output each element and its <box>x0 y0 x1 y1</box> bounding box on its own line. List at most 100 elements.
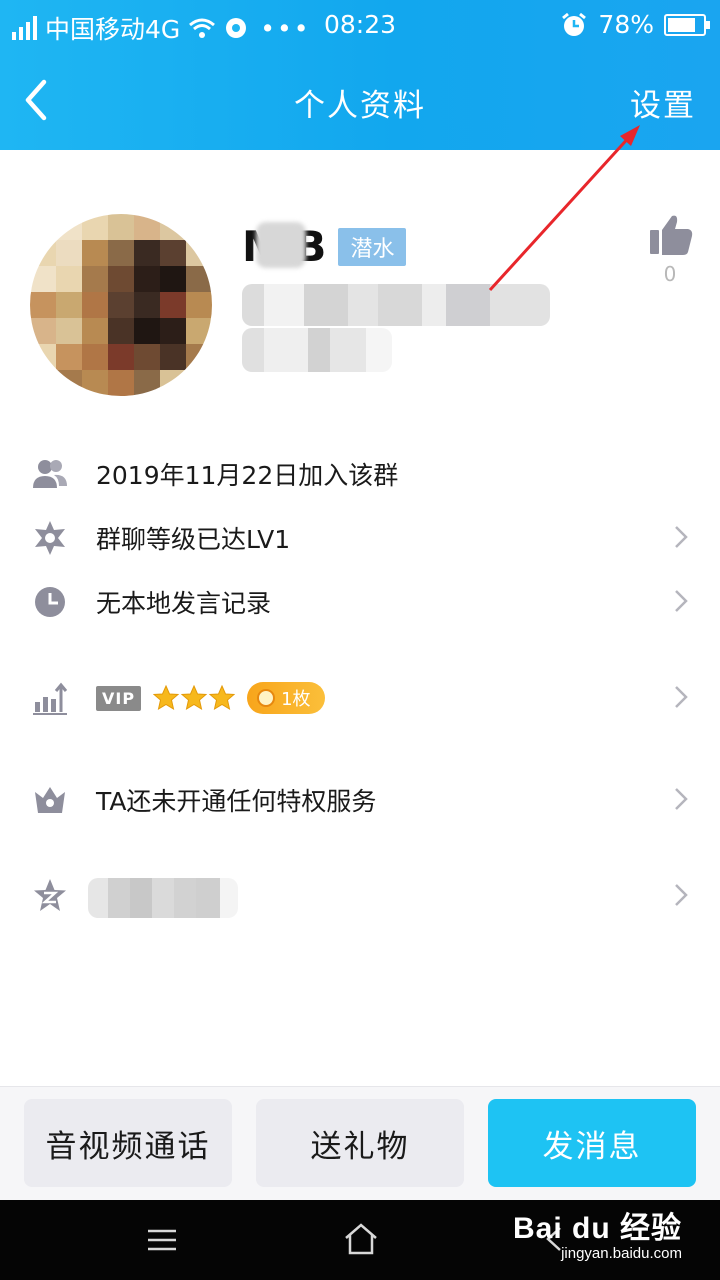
blurred-qzone-name <box>88 878 238 918</box>
clock-icon <box>35 587 65 617</box>
avatar-pixel <box>56 318 82 344</box>
signal-icon <box>12 16 37 40</box>
home-icon[interactable] <box>342 1220 380 1258</box>
watermark-brand: Bai du 经验 <box>512 1212 682 1245</box>
avatar-pixel <box>186 292 212 318</box>
status-right: 78% <box>560 10 710 39</box>
coin-count: 1枚 <box>281 689 311 710</box>
blurred-info-line-2 <box>242 328 392 372</box>
chart-icon <box>33 682 68 715</box>
avatar-pixel <box>108 318 134 344</box>
avatar-pixel <box>30 240 56 266</box>
privilege-row[interactable]: TA还未开通任何特权服务 <box>0 770 720 826</box>
send-gift-button[interactable]: 送礼物 <box>256 1099 464 1187</box>
battery-fill <box>668 17 695 32</box>
privilege-text: TA还未开通任何特权服务 <box>96 787 377 816</box>
status-left: 中国移动4G ••• <box>12 10 311 46</box>
name-row: M B 潜水 <box>242 222 407 271</box>
join-date-row: 2019年11月22日加入该群 <box>0 444 720 500</box>
vip-tag: VIP <box>96 685 142 711</box>
avatar-pixel <box>82 292 108 318</box>
avatar-pixel <box>134 240 160 266</box>
settings-button[interactable]: 设置 <box>630 80 696 125</box>
member-name: M B <box>242 222 326 271</box>
avatar-pixel <box>160 370 186 396</box>
level-star-icon <box>35 521 65 555</box>
avatar-pixel <box>30 214 56 240</box>
avatar-pixel <box>186 344 212 370</box>
avatar-pixel <box>134 344 160 370</box>
avatar-pixel <box>134 214 160 240</box>
avatar-pixel <box>30 318 56 344</box>
bottom-action-bar: 音视频通话 送礼物 发消息 <box>0 1086 720 1200</box>
role-badge: 潜水 <box>338 227 407 266</box>
carrier-label: 中国移动4G <box>45 15 181 44</box>
name-blur <box>256 222 306 268</box>
chevron-right-icon <box>675 590 688 612</box>
avatar-pixel <box>56 344 82 370</box>
avatar-pixel <box>134 292 160 318</box>
speech-record-text: 无本地发言记录 <box>96 589 272 618</box>
avatar-pixel <box>108 266 134 292</box>
avatar-pixel <box>82 370 108 396</box>
avatar-pixel <box>160 266 186 292</box>
send-message-button[interactable]: 发消息 <box>488 1099 696 1187</box>
star-icon <box>209 685 236 711</box>
group-members-icon <box>33 460 67 488</box>
header: 中国移动4G ••• 08:23 78% 个人资料 设置 <box>0 0 720 150</box>
avatar-pixel <box>108 214 134 240</box>
chevron-right-icon <box>675 788 688 810</box>
wifi-icon <box>189 18 216 38</box>
avatar-pixel <box>160 240 186 266</box>
vip-badges: VIP 1枚 <box>96 682 325 714</box>
video-call-button[interactable]: 音视频通话 <box>24 1099 232 1187</box>
avatar-pixel <box>186 318 212 344</box>
qzone-row[interactable] <box>0 866 720 922</box>
avatar-pixel <box>56 370 82 396</box>
more-dots-icon: ••• <box>260 13 311 43</box>
notification-icon <box>226 18 247 38</box>
avatar-pixel <box>30 266 56 292</box>
status-bar: 中国移动4G ••• 08:23 78% <box>0 0 720 50</box>
crown-icon <box>35 787 65 813</box>
thumb-up-icon[interactable] <box>648 212 694 258</box>
coin-icon <box>257 689 276 707</box>
avatar-pixel <box>160 318 186 344</box>
avatar-pixel <box>134 370 160 396</box>
blurred-info-line-1 <box>242 284 550 326</box>
vip-stars <box>153 685 236 711</box>
avatar-pixel <box>30 344 56 370</box>
clock-time: 08:23 <box>324 10 397 39</box>
menu-icon[interactable] <box>146 1228 178 1252</box>
avatar-pixel <box>56 292 82 318</box>
avatar-pixel <box>82 214 108 240</box>
join-date-text: 2019年11月22日加入该群 <box>96 461 399 490</box>
vip-row[interactable]: VIP 1枚 <box>0 668 720 724</box>
avatar-pixel <box>82 318 108 344</box>
page-title: 个人资料 <box>294 88 426 124</box>
avatar-pixel <box>56 214 82 240</box>
avatar-pixel <box>108 292 134 318</box>
star-icon <box>153 685 180 711</box>
speech-record-row[interactable]: 无本地发言记录 <box>0 572 720 628</box>
chevron-right-icon <box>675 526 688 548</box>
watermark: Bai du 经验 jingyan.baidu.com <box>513 1203 682 1262</box>
level-row[interactable]: 群聊等级已达LV1 <box>0 508 720 564</box>
avatar-pixelated <box>30 214 212 396</box>
alarm-icon <box>562 12 587 36</box>
avatar-pixel <box>108 240 134 266</box>
level-text: 群聊等级已达LV1 <box>96 525 291 554</box>
avatar-pixel <box>82 344 108 370</box>
avatar-pixel <box>160 292 186 318</box>
battery-icon <box>664 13 710 36</box>
avatar-pixel <box>108 344 134 370</box>
watermark-url: jingyan.baidu.com <box>561 1245 682 1262</box>
avatar-pixel <box>186 214 212 240</box>
avatar-pixel <box>160 344 186 370</box>
coin-badge: 1枚 <box>247 682 325 714</box>
nav-bar: 个人资料 设置 <box>0 50 720 150</box>
avatar-pixel <box>134 318 160 344</box>
avatar-pixel <box>160 214 186 240</box>
avatar[interactable] <box>30 214 212 396</box>
avatar-pixel <box>30 292 56 318</box>
